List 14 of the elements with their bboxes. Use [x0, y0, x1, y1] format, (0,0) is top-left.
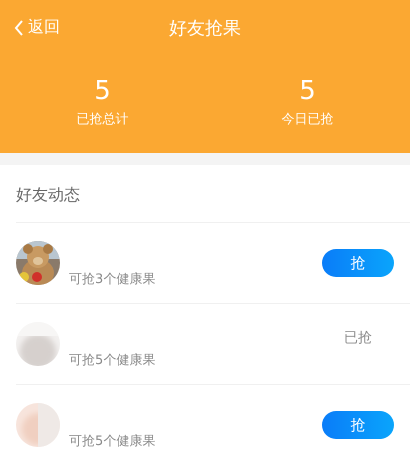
fruit-count-text: 可抢5个健康果	[69, 353, 156, 368]
chevron-left-icon	[14, 18, 24, 36]
stat-value: 5	[94, 76, 111, 106]
stat-value: 5	[299, 76, 316, 106]
page-title: 好友抢果	[169, 17, 241, 40]
stat-label: 已抢总计	[76, 111, 128, 128]
back-button[interactable]: 返回	[14, 17, 60, 38]
stat-label: 今日已抢	[282, 111, 334, 128]
grab-button[interactable]: 抢	[322, 411, 394, 439]
fruit-count-text: 可抢3个健康果	[69, 272, 156, 287]
section-title: 好友动态	[15, 184, 81, 206]
fruit-count-text: 可抢5个健康果	[69, 434, 156, 449]
grab-button[interactable]: 抢	[322, 249, 394, 277]
grabbed-status: 已抢	[343, 329, 373, 347]
